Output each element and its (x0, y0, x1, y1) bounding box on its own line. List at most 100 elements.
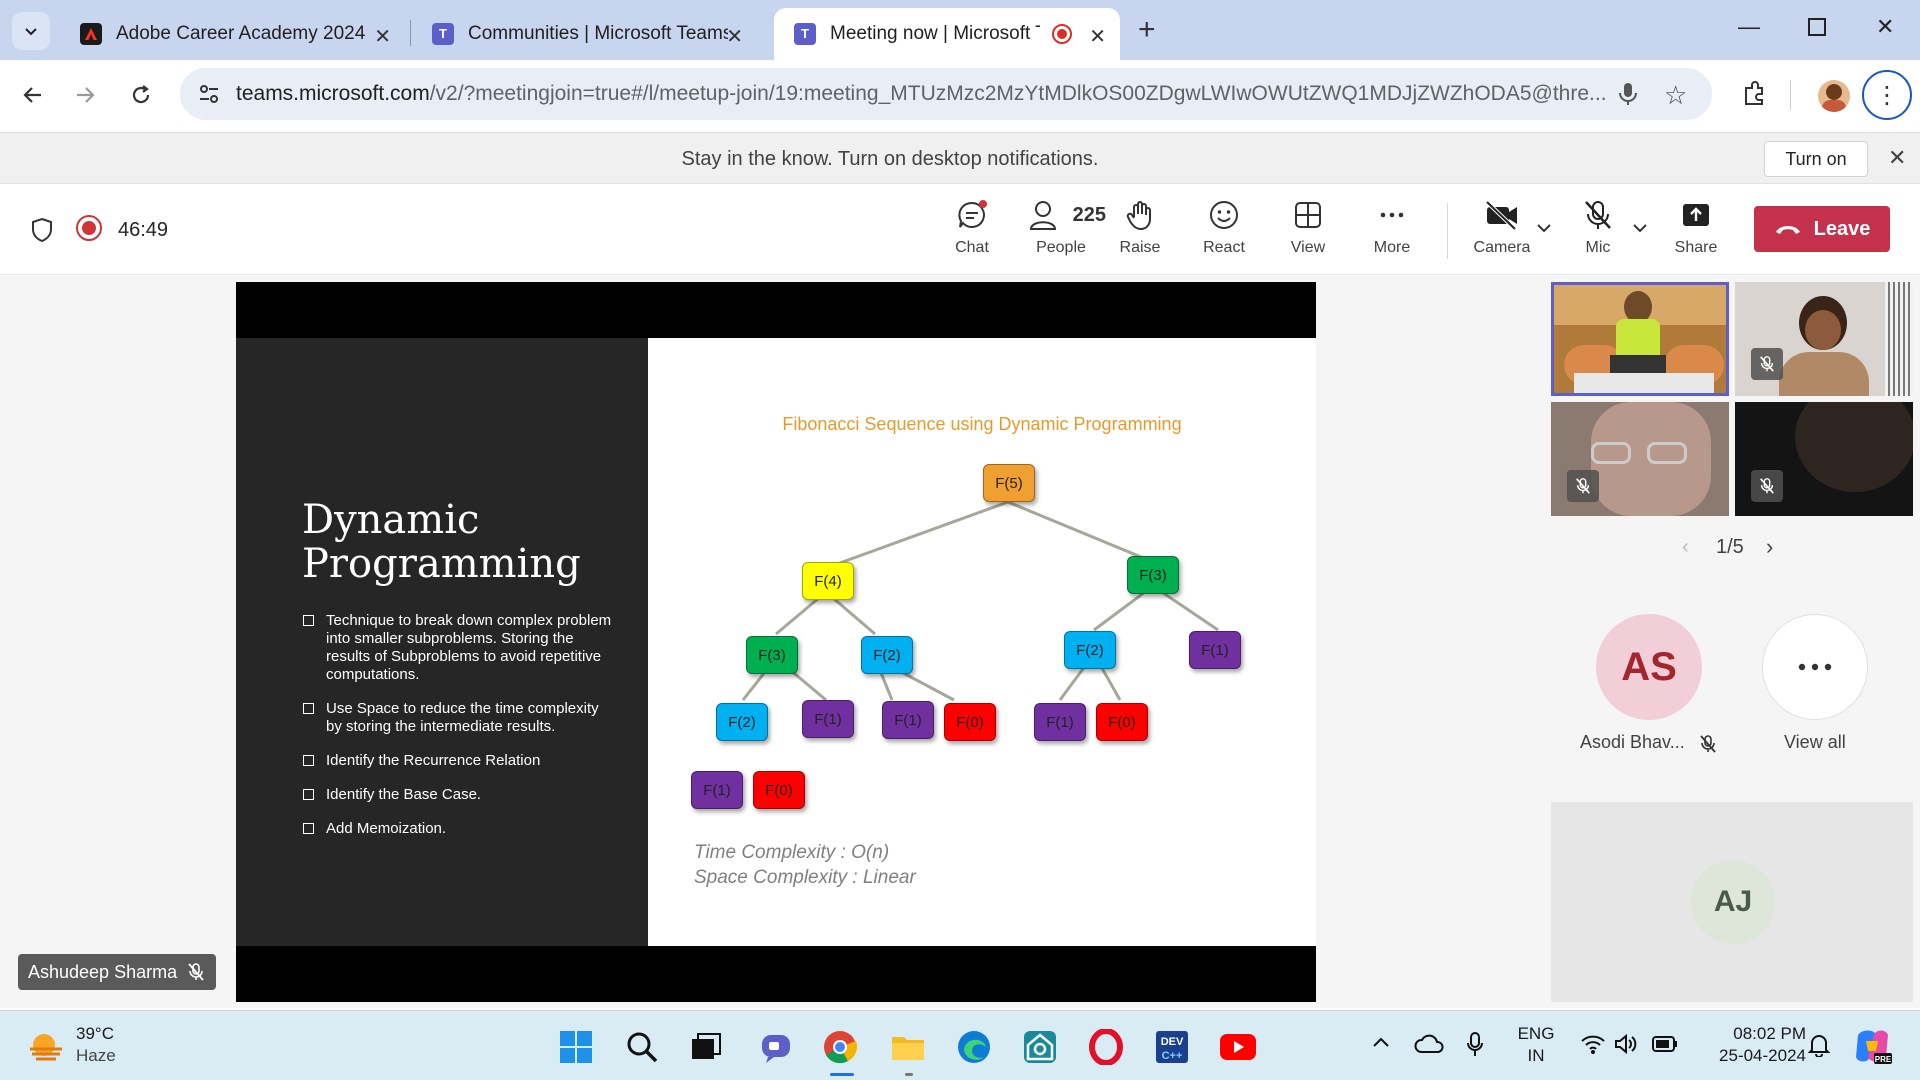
reload-button[interactable] (126, 80, 156, 110)
participant-video-tile[interactable] (1551, 402, 1729, 516)
close-icon[interactable]: ✕ (374, 24, 391, 49)
clock[interactable]: 08:02 PM 25-04-2024 (1692, 1023, 1806, 1067)
profile-avatar[interactable] (1818, 80, 1850, 112)
dev-cpp-icon: DEV C++ (1156, 1031, 1188, 1063)
extensions-icon[interactable] (1740, 80, 1768, 113)
leave-button[interactable]: Leave (1754, 206, 1890, 252)
close-icon[interactable]: ✕ (1089, 24, 1106, 49)
onedrive-cloud-icon[interactable] (1414, 1033, 1444, 1060)
camera-options-chevron-icon[interactable] (1536, 221, 1552, 239)
file-explorer-button[interactable] (888, 1027, 928, 1067)
chat-icon (958, 200, 987, 228)
chrome-icon (824, 1031, 858, 1064)
edge-button[interactable] (954, 1027, 994, 1067)
presenter-name: Ashudeep Sharma (28, 962, 178, 982)
app-button[interactable] (1020, 1027, 1060, 1067)
view-all-button[interactable] (1762, 614, 1868, 720)
bookmark-star-icon[interactable]: ☆ (1664, 80, 1687, 111)
participant-tile-aj[interactable]: AJ (1551, 802, 1913, 1002)
tree-node-f0: F(0) (944, 703, 996, 741)
tree-node-f1: F(1) (882, 701, 934, 739)
browser-menu-button[interactable]: ⋮ (1862, 70, 1912, 120)
chrome-button[interactable] (820, 1027, 860, 1067)
close-window-button[interactable]: ✕ (1876, 14, 1894, 40)
avatar[interactable]: AS (1596, 614, 1702, 720)
bullet-item: Technique to break down complex problem … (302, 612, 612, 684)
wifi-icon[interactable] (1580, 1033, 1606, 1060)
tab-adobe-career-academy[interactable]: Adobe Career Academy 2024 ✕ (60, 8, 405, 60)
close-icon[interactable]: ✕ (1888, 145, 1906, 171)
chat-button[interactable]: Chat (932, 199, 1012, 257)
more-button[interactable]: More (1352, 199, 1432, 257)
mic-button[interactable]: Mic (1558, 199, 1638, 257)
people-button[interactable]: 225 People (1016, 199, 1106, 257)
back-arrow-icon (23, 87, 41, 103)
minimize-button[interactable]: — (1738, 14, 1760, 40)
restore-button[interactable] (1808, 18, 1826, 36)
language-indicator[interactable]: ENG IN (1510, 1023, 1562, 1067)
new-tab-button[interactable]: + (1138, 12, 1156, 48)
smiley-icon (1210, 201, 1238, 229)
copilot-icon[interactable]: PRE (1852, 1027, 1892, 1070)
react-button[interactable]: React (1184, 199, 1264, 257)
teams-chat-button[interactable] (756, 1027, 796, 1067)
participant-video-tile[interactable] (1551, 282, 1729, 396)
share-icon (1683, 204, 1709, 226)
windows-logo-icon (560, 1031, 592, 1063)
bullet-item: Add Memoization. (302, 820, 612, 838)
edge-icon (958, 1031, 990, 1063)
omnibox[interactable]: teams.microsoft.com/v2/?meetingjoin=true… (180, 68, 1712, 120)
time-complexity: Time Complexity : O(n) (694, 842, 890, 863)
tree-node-f2: F(2) (716, 703, 768, 741)
weather-haze-icon[interactable] (26, 1029, 66, 1068)
start-button[interactable] (556, 1027, 596, 1067)
task-view-button[interactable] (686, 1027, 726, 1067)
raise-hand-button[interactable]: Raise (1100, 199, 1180, 257)
browser-tab-bar: Adobe Career Academy 2024 ✕ T Communitie… (0, 0, 1920, 60)
devcpp-button[interactable]: DEV C++ (1152, 1027, 1192, 1067)
show-hidden-icons-chevron-icon[interactable] (1372, 1035, 1390, 1054)
search-button[interactable] (622, 1027, 662, 1067)
next-page-icon[interactable]: › (1766, 534, 1773, 560)
view-label: View (1290, 239, 1326, 256)
shield-icon[interactable] (30, 217, 54, 248)
share-button[interactable]: Share (1656, 199, 1736, 257)
camera-off-icon (1485, 200, 1517, 231)
view-all-label[interactable]: View all (1784, 732, 1846, 753)
participant-video-tile[interactable] (1735, 282, 1913, 396)
opera-button[interactable] (1086, 1027, 1126, 1067)
tab-title: Meeting now | Microsoft Teams (830, 23, 1040, 44)
mic-options-chevron-icon[interactable] (1632, 221, 1648, 239)
close-icon[interactable]: ✕ (726, 24, 743, 49)
recording-icon (76, 215, 102, 241)
view-button[interactable]: View (1268, 199, 1348, 257)
back-button[interactable] (18, 80, 48, 110)
active-app-indicator (830, 1073, 854, 1076)
folder-icon (892, 1037, 924, 1060)
battery-icon[interactable] (1652, 1035, 1678, 1058)
participant-video-tile[interactable] (1735, 402, 1913, 516)
forward-button[interactable] (70, 80, 100, 110)
people-icon (1030, 201, 1057, 230)
notification-bell-icon[interactable] (1807, 1033, 1831, 1062)
camera-button[interactable]: Camera (1462, 199, 1542, 257)
tab-search-button[interactable] (12, 12, 50, 50)
share-label: Share (1674, 239, 1718, 256)
volume-icon[interactable] (1614, 1033, 1638, 1060)
weather-widget[interactable]: 39°C Haze (76, 1023, 116, 1067)
mic-label: Mic (1585, 239, 1611, 256)
bullet-item: Use Space to reduce the time complexity … (302, 700, 612, 736)
microphone-icon[interactable] (1618, 81, 1638, 112)
turn-on-button[interactable]: Turn on (1764, 141, 1868, 177)
tree-node-f3: F(3) (1127, 556, 1179, 594)
site-settings-icon[interactable] (198, 83, 220, 110)
microphone-icon[interactable] (1466, 1031, 1484, 1064)
tree-node-f4: F(4) (802, 562, 854, 600)
tab-communities-teams[interactable]: T Communities | Microsoft Teams ✕ (412, 8, 757, 60)
url-text[interactable]: teams.microsoft.com/v2/?meetingjoin=true… (236, 82, 1616, 106)
youtube-button[interactable] (1218, 1027, 1258, 1067)
teams-icon: T (794, 23, 816, 45)
chat-label: Chat (955, 239, 989, 256)
tab-meeting-now[interactable]: T Meeting now | Microsoft Teams ✕ (774, 8, 1120, 60)
previous-page-icon[interactable]: ‹ (1682, 536, 1689, 559)
